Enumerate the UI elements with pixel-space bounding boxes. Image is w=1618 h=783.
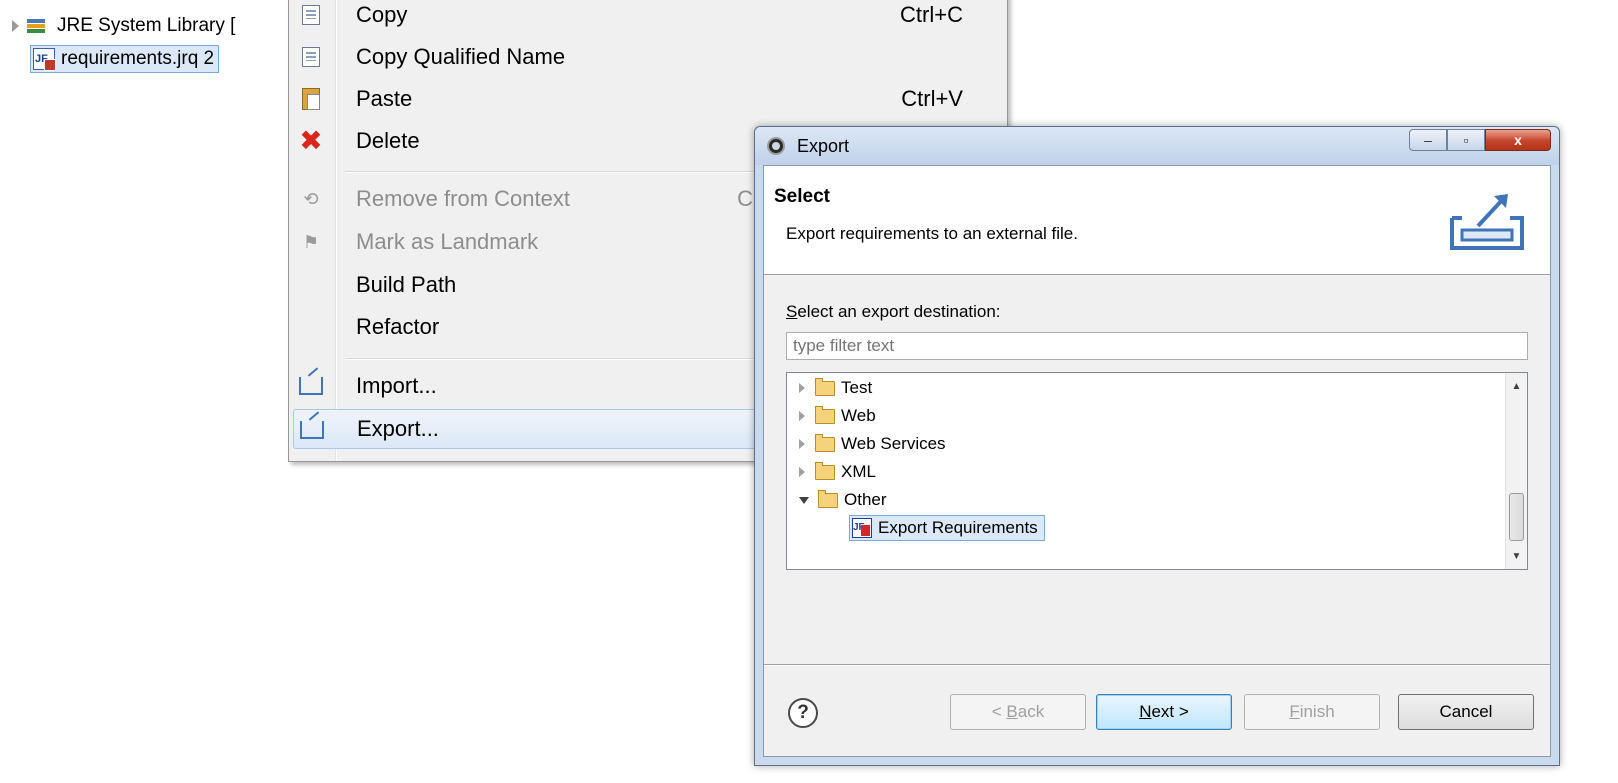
- jrq-file-icon: JF: [33, 48, 56, 71]
- mnemonic-letter: S: [786, 302, 798, 321]
- menu-item-accelerator: Ctrl+V: [901, 86, 963, 111]
- mnemonic-letter: N: [1139, 702, 1152, 721]
- button-label-rest: inish: [1299, 702, 1335, 721]
- button-label-rest: ext >: [1151, 702, 1189, 721]
- tree-item-label: JRE System Library [: [57, 15, 236, 36]
- minimize-button[interactable]: –: [1409, 129, 1447, 151]
- selected-tree-node[interactable]: JF Export Requirements: [849, 515, 1045, 541]
- close-button[interactable]: x: [1485, 129, 1551, 151]
- copy-qualified-icon: [297, 45, 325, 69]
- folder-icon: [818, 489, 838, 508]
- expand-arrow-icon[interactable]: [799, 411, 805, 421]
- scroll-down-arrow-icon[interactable]: ▼: [1506, 545, 1527, 567]
- dialog-client-area: Select Export requirements to an externa…: [763, 165, 1551, 757]
- wizard-page-title: Select: [774, 186, 830, 207]
- remove-context-icon: ⟲: [303, 188, 319, 209]
- mnemonic-letter: B: [1006, 702, 1018, 721]
- tree-node-label: Web: [841, 406, 876, 425]
- button-prefix: <: [991, 702, 1007, 721]
- menu-item-label: Delete: [356, 128, 420, 153]
- tree-node-test[interactable]: Test: [799, 375, 872, 401]
- tree-node-label: Other: [844, 490, 887, 509]
- dialog-title: Export: [797, 136, 850, 156]
- eclipse-icon: [767, 137, 785, 155]
- paste-icon: [297, 87, 325, 111]
- menu-item-label: Build Path: [356, 272, 457, 297]
- menu-item-label: Mark as Landmark: [356, 229, 539, 254]
- import-icon: [297, 374, 325, 398]
- destination-tree: Test Web Web Services XML Other JF Expor…: [786, 372, 1528, 570]
- tree-item-label: requirements.jrq 2: [61, 48, 215, 69]
- collapse-arrow-icon[interactable]: [799, 496, 809, 504]
- menu-item-label: Refactor: [356, 314, 440, 339]
- library-icon: [27, 17, 51, 35]
- menu-item-label: Paste: [356, 86, 413, 111]
- menu-item-label: Copy Qualified Name: [356, 44, 566, 69]
- tree-node-web-services[interactable]: Web Services: [799, 431, 946, 457]
- expand-arrow-icon[interactable]: [12, 20, 19, 32]
- export-icon: [298, 418, 326, 442]
- dialog-title-bar[interactable]: Export – ▫ x: [755, 127, 1559, 165]
- finish-button[interactable]: Finish: [1244, 694, 1380, 730]
- help-icon[interactable]: ?: [788, 698, 818, 728]
- expand-arrow-icon[interactable]: [799, 467, 805, 477]
- filter-input[interactable]: [786, 332, 1528, 360]
- back-button[interactable]: < Back: [950, 694, 1086, 730]
- folder-icon: [815, 377, 835, 396]
- button-label-rest: ack: [1017, 702, 1045, 721]
- button-bar-separator: [764, 664, 1550, 666]
- menu-item-label: Export...: [357, 416, 439, 441]
- menu-item-accelerator: Ctrl+C: [900, 2, 963, 27]
- destination-label-text: elect an export destination:: [797, 302, 1001, 321]
- tree-node-web[interactable]: Web: [799, 403, 876, 429]
- export-dialog: Export – ▫ x Select Export requirements …: [754, 126, 1560, 766]
- folder-icon: [815, 433, 835, 452]
- menu-item-label: Import...: [356, 373, 437, 398]
- menu-item-accelerator: C: [737, 186, 753, 211]
- maximize-button[interactable]: ▫: [1447, 129, 1485, 151]
- menu-item-label: Remove from Context: [356, 186, 570, 211]
- tree-vertical-scrollbar[interactable]: ▲ ▼: [1505, 373, 1527, 569]
- menu-item-copy[interactable]: Copy Ctrl+C: [293, 0, 1003, 35]
- tree-node-xml[interactable]: XML: [799, 459, 876, 485]
- selected-file[interactable]: JF requirements.jrq 2: [30, 45, 220, 73]
- tree-node-label: Test: [841, 378, 873, 397]
- tree-node-label: XML: [841, 462, 876, 481]
- export-requirements-icon: JF: [852, 518, 872, 538]
- tree-item-requirements-jrq[interactable]: JF requirements.jrq 2: [30, 45, 220, 73]
- export-wizard-icon: [1450, 194, 1524, 250]
- menu-item-copy-qualified-name[interactable]: Copy Qualified Name: [293, 37, 1003, 77]
- landmark-icon: ⚑: [302, 231, 320, 252]
- tree-node-label: Web Services: [841, 434, 946, 453]
- copy-icon: [297, 3, 325, 27]
- folder-icon: [815, 461, 835, 480]
- scroll-thumb[interactable]: [1509, 493, 1524, 541]
- destination-label: Select an export destination:: [786, 302, 1001, 322]
- tree-node-other[interactable]: Other: [799, 487, 887, 513]
- mnemonic-letter: F: [1289, 702, 1300, 721]
- scroll-up-arrow-icon[interactable]: ▲: [1506, 375, 1527, 397]
- tree-item-jre-system-library[interactable]: JRE System Library [: [0, 12, 235, 40]
- expand-arrow-icon[interactable]: [799, 439, 805, 449]
- delete-icon: ✖: [299, 125, 323, 156]
- window-controls: – ▫ x: [1409, 129, 1551, 151]
- next-button[interactable]: Next >: [1096, 694, 1232, 730]
- tree-node-label: Export Requirements: [878, 518, 1038, 537]
- package-explorer-tree: JRE System Library [ JF requirements.jrq…: [0, 0, 290, 120]
- tree-node-export-requirements[interactable]: JF Export Requirements: [849, 515, 1045, 541]
- wizard-banner: Select Export requirements to an externa…: [764, 166, 1550, 275]
- wizard-page-description: Export requirements to an external file.: [786, 224, 1078, 243]
- menu-item-paste[interactable]: Paste Ctrl+V: [293, 79, 1003, 119]
- cancel-button[interactable]: Cancel: [1398, 694, 1534, 730]
- folder-icon: [815, 405, 835, 424]
- menu-item-label: Copy: [356, 2, 408, 27]
- expand-arrow-icon[interactable]: [799, 383, 805, 393]
